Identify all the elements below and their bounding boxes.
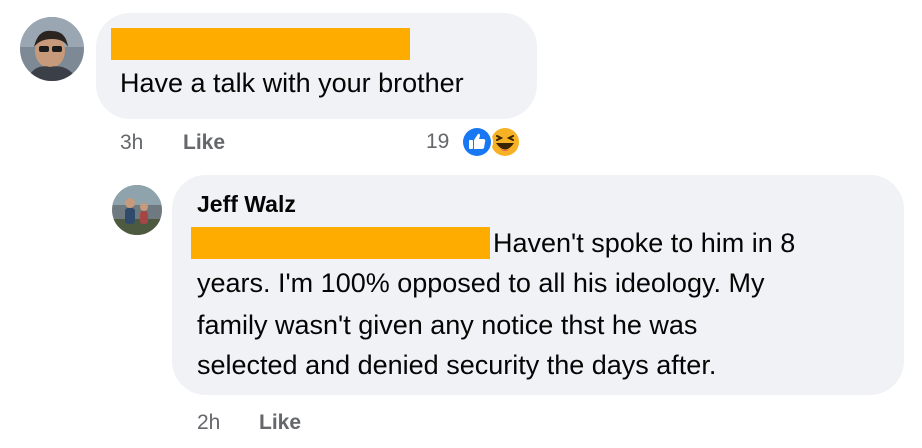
reaction-summary[interactable]: 19 [426,124,536,160]
comment-text: Have a talk with your brother [120,68,464,98]
redacted-mention [191,227,490,259]
reply-text-line: years. I'm 100% opposed to all his ideol… [197,268,765,298]
reply-author-name[interactable]: Jeff Walz [197,191,296,218]
comment-bubble: Have a talk with your brother [96,13,537,119]
reaction-count: 19 [426,130,450,153]
reply-timestamp[interactable]: 2h [197,411,220,435]
reply-text-line: Haven't spoke to him in 8 [493,228,796,258]
comment-timestamp[interactable]: 3h [120,131,143,155]
like-icon [461,126,493,158]
reply-text-line: selected and denied security the days af… [197,350,717,380]
reply-text-line: family wasn't given any notice thst he w… [197,310,698,340]
commenter-avatar[interactable] [20,17,84,81]
like-button[interactable]: Like [183,131,225,155]
reply-author-avatar[interactable] [112,185,162,235]
redacted-author-name [111,28,410,60]
reply-bubble: Jeff Walz Haven't spoke to him in 8 year… [172,175,904,395]
like-button[interactable]: Like [259,411,301,435]
